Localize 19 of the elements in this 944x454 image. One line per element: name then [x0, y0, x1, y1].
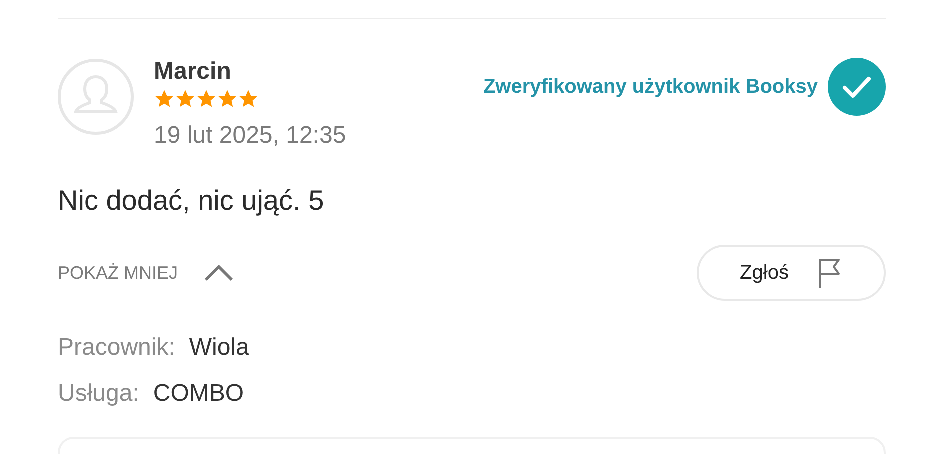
author-name: Marcin	[154, 57, 232, 87]
detail-value: Wiola	[189, 333, 250, 363]
flag-icon	[816, 257, 843, 289]
review-text: Nic dodać, nic ująć. 5	[58, 184, 326, 218]
check-icon	[828, 58, 886, 116]
report-button[interactable]: Zgłoś	[697, 245, 886, 301]
star-icon	[238, 89, 259, 109]
star-icon	[196, 89, 217, 109]
detail-value: COMBO	[153, 379, 244, 409]
avatar-icon	[58, 59, 134, 135]
chevron-icon	[204, 264, 234, 282]
star-icon	[175, 89, 196, 109]
verified-label: Zweryfikowany użytkownik Booksy	[483, 75, 818, 100]
review-date: 19 lut 2025, 12:35	[154, 121, 346, 151]
detail-label: Pracownik:	[58, 333, 176, 363]
star-icon	[217, 89, 238, 109]
show-less-toggle[interactable]: POKAŻ MNIEJ	[58, 260, 234, 286]
star-icon	[154, 89, 175, 109]
detail-label: Usługa:	[58, 379, 140, 409]
